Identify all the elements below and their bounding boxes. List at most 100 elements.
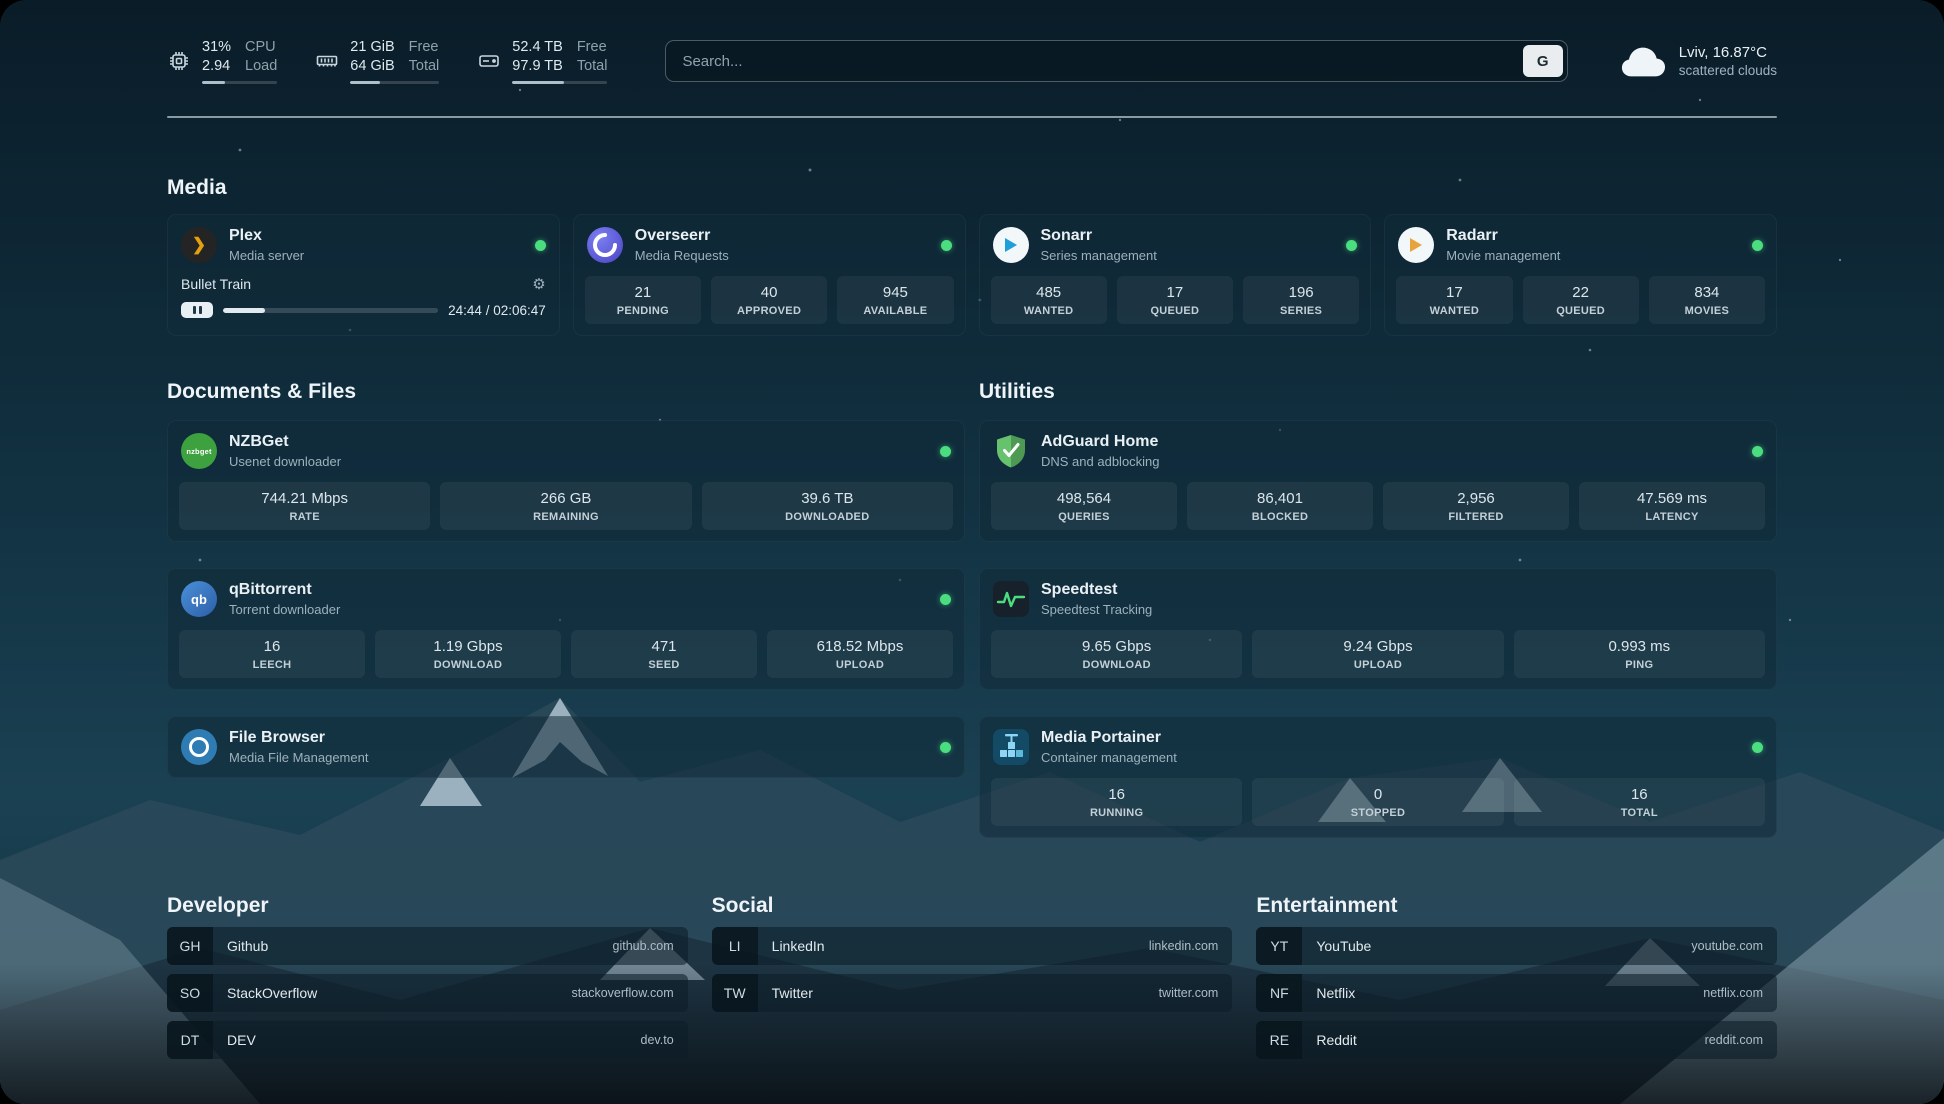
- status-dot: [1752, 240, 1763, 251]
- stat-rate: 744.21 MbpsRATE: [179, 482, 430, 530]
- bookmark-youtube[interactable]: YT YouTube youtube.com: [1256, 927, 1777, 965]
- service-card-nzbget[interactable]: nzbget NZBGet Usenet downloader 744.21 M…: [167, 420, 965, 542]
- now-playing-title: Bullet Train: [181, 276, 251, 292]
- playback-time: 24:44 / 02:06:47: [448, 303, 546, 318]
- status-dot: [940, 446, 951, 457]
- service-card-qbittorrent[interactable]: qb qBittorrent Torrent downloader 16LEEC…: [167, 568, 965, 690]
- sonarr-icon: [993, 227, 1029, 263]
- speedtest-icon: [993, 581, 1029, 617]
- bookmark-stackoverflow[interactable]: SO StackOverflow stackoverflow.com: [167, 974, 688, 1012]
- service-card-sonarr[interactable]: Sonarr Series management 485WANTED 17QUE…: [979, 214, 1372, 336]
- cpu-progress-bar: [202, 81, 277, 85]
- weather-location: Lviv, 16.87°C: [1679, 44, 1777, 61]
- bookmark-linkedin[interactable]: LI LinkedIn linkedin.com: [712, 927, 1233, 965]
- service-name: Sonarr: [1041, 227, 1157, 245]
- service-subtitle: Media Requests: [635, 248, 729, 263]
- service-name: NZBGet: [229, 433, 341, 451]
- search-input[interactable]: [665, 40, 1567, 82]
- bookmark-abbr: NF: [1256, 974, 1302, 1012]
- disk-progress-bar: [512, 81, 607, 85]
- stat-pending: 21PENDING: [585, 276, 701, 324]
- bookmark-abbr: TW: [712, 974, 758, 1012]
- service-name: Speedtest: [1041, 581, 1152, 599]
- service-name: File Browser: [229, 729, 368, 747]
- cpu-label: CPU: [245, 38, 277, 57]
- media-grid: ❯ Plex Media server Bullet Train ⚙ 24:44…: [167, 214, 1777, 336]
- service-subtitle: Series management: [1041, 248, 1157, 263]
- bookmark-domain: linkedin.com: [1149, 939, 1218, 953]
- service-name: Plex: [229, 227, 304, 245]
- bookmark-domain: reddit.com: [1705, 1033, 1763, 1047]
- stat-upload: 618.52 MbpsUPLOAD: [767, 630, 953, 678]
- service-card-portainer[interactable]: Media Portainer Container management 16R…: [979, 716, 1777, 838]
- stat-download: 1.19 GbpsDOWNLOAD: [375, 630, 561, 678]
- memory-icon: [315, 49, 339, 73]
- status-dot: [940, 742, 951, 753]
- bookmark-abbr: LI: [712, 927, 758, 965]
- service-card-overseerr[interactable]: Overseerr Media Requests 21PENDING 40APP…: [573, 214, 966, 336]
- pause-icon[interactable]: [181, 302, 213, 318]
- bookmark-domain: netflix.com: [1703, 986, 1763, 1000]
- bookmark-netflix[interactable]: NF Netflix netflix.com: [1256, 974, 1777, 1012]
- bookmark-group-social: Social LI LinkedIn linkedin.com TW Twitt…: [712, 894, 1233, 1059]
- service-card-filebrowser[interactable]: File Browser Media File Management: [167, 716, 965, 778]
- service-card-plex[interactable]: ❯ Plex Media server Bullet Train ⚙ 24:44…: [167, 214, 560, 336]
- search-provider-button[interactable]: G: [1523, 45, 1563, 77]
- plex-icon: ❯: [181, 227, 217, 263]
- bookmark-domain: twitter.com: [1159, 986, 1219, 1000]
- header: 31% 2.94 CPU Load: [167, 32, 1777, 90]
- bookmark-dev[interactable]: DT DEV dev.to: [167, 1021, 688, 1059]
- resource-widgets: 31% 2.94 CPU Load: [167, 38, 607, 85]
- dashboard: 31% 2.94 CPU Load: [0, 0, 1944, 1104]
- section-documents: Documents & Files nzbget NZBGet Usenet d…: [167, 380, 965, 778]
- bookmark-abbr: RE: [1256, 1021, 1302, 1059]
- status-dot: [1346, 240, 1357, 251]
- cpu-usage-value: 31%: [202, 38, 231, 57]
- service-card-radarr[interactable]: Radarr Movie management 17WANTED 22QUEUE…: [1384, 214, 1777, 336]
- stat-stopped: 0STOPPED: [1252, 778, 1503, 826]
- memory-progress-bar: [350, 81, 439, 85]
- memory-total-label: Total: [409, 57, 440, 76]
- stat-leech: 16LEECH: [179, 630, 365, 678]
- bookmark-group-title: Developer: [167, 894, 688, 918]
- bookmark-name: Twitter: [772, 985, 813, 1001]
- bookmark-name: DEV: [227, 1032, 256, 1048]
- disk-free-value: 52.4 TB: [512, 38, 563, 57]
- weather-condition: scattered clouds: [1679, 63, 1777, 78]
- gear-icon[interactable]: ⚙: [532, 277, 545, 292]
- bookmark-name: Github: [227, 938, 268, 954]
- bookmark-group-developer: Developer GH Github github.com SO StackO…: [167, 894, 688, 1059]
- service-card-speedtest[interactable]: Speedtest Speedtest Tracking 9.65 GbpsDO…: [979, 568, 1777, 690]
- bookmark-name: StackOverflow: [227, 985, 317, 1001]
- stat-total: 16TOTAL: [1514, 778, 1765, 826]
- bookmark-github[interactable]: GH Github github.com: [167, 927, 688, 965]
- service-name: Media Portainer: [1041, 729, 1177, 747]
- cpu-widget: 31% 2.94 CPU Load: [167, 38, 277, 85]
- memory-total-value: 64 GiB: [350, 57, 394, 76]
- stat-downloaded: 39.6 TBDOWNLOADED: [702, 482, 953, 530]
- section-title-utilities: Utilities: [979, 380, 1777, 404]
- playback-track: [223, 308, 438, 313]
- section-title-media: Media: [167, 176, 1777, 200]
- disk-total-value: 97.9 TB: [512, 57, 563, 76]
- memory-widget: 21 GiB 64 GiB Free Total: [315, 38, 439, 85]
- service-card-adguard[interactable]: AdGuard Home DNS and adblocking 498,564Q…: [979, 420, 1777, 542]
- portainer-icon: [993, 729, 1029, 765]
- service-name: Radarr: [1446, 227, 1560, 245]
- bookmark-reddit[interactable]: RE Reddit reddit.com: [1256, 1021, 1777, 1059]
- service-name: qBittorrent: [229, 581, 340, 599]
- service-subtitle: Media server: [229, 248, 304, 263]
- stat-filtered: 2,956FILTERED: [1383, 482, 1569, 530]
- cpu-load-label: Load: [245, 57, 277, 76]
- bookmarks: Developer GH Github github.com SO StackO…: [167, 894, 1777, 1099]
- cpu-icon: [167, 49, 191, 73]
- stat-queries: 498,564QUERIES: [991, 482, 1177, 530]
- status-dot: [1752, 446, 1763, 457]
- bookmark-twitter[interactable]: TW Twitter twitter.com: [712, 974, 1233, 1012]
- status-dot: [1752, 742, 1763, 753]
- stat-series: 196SERIES: [1243, 276, 1359, 324]
- disk-icon: [477, 49, 501, 73]
- bookmark-name: YouTube: [1316, 938, 1371, 954]
- service-subtitle: Movie management: [1446, 248, 1560, 263]
- bookmark-domain: stackoverflow.com: [572, 986, 674, 1000]
